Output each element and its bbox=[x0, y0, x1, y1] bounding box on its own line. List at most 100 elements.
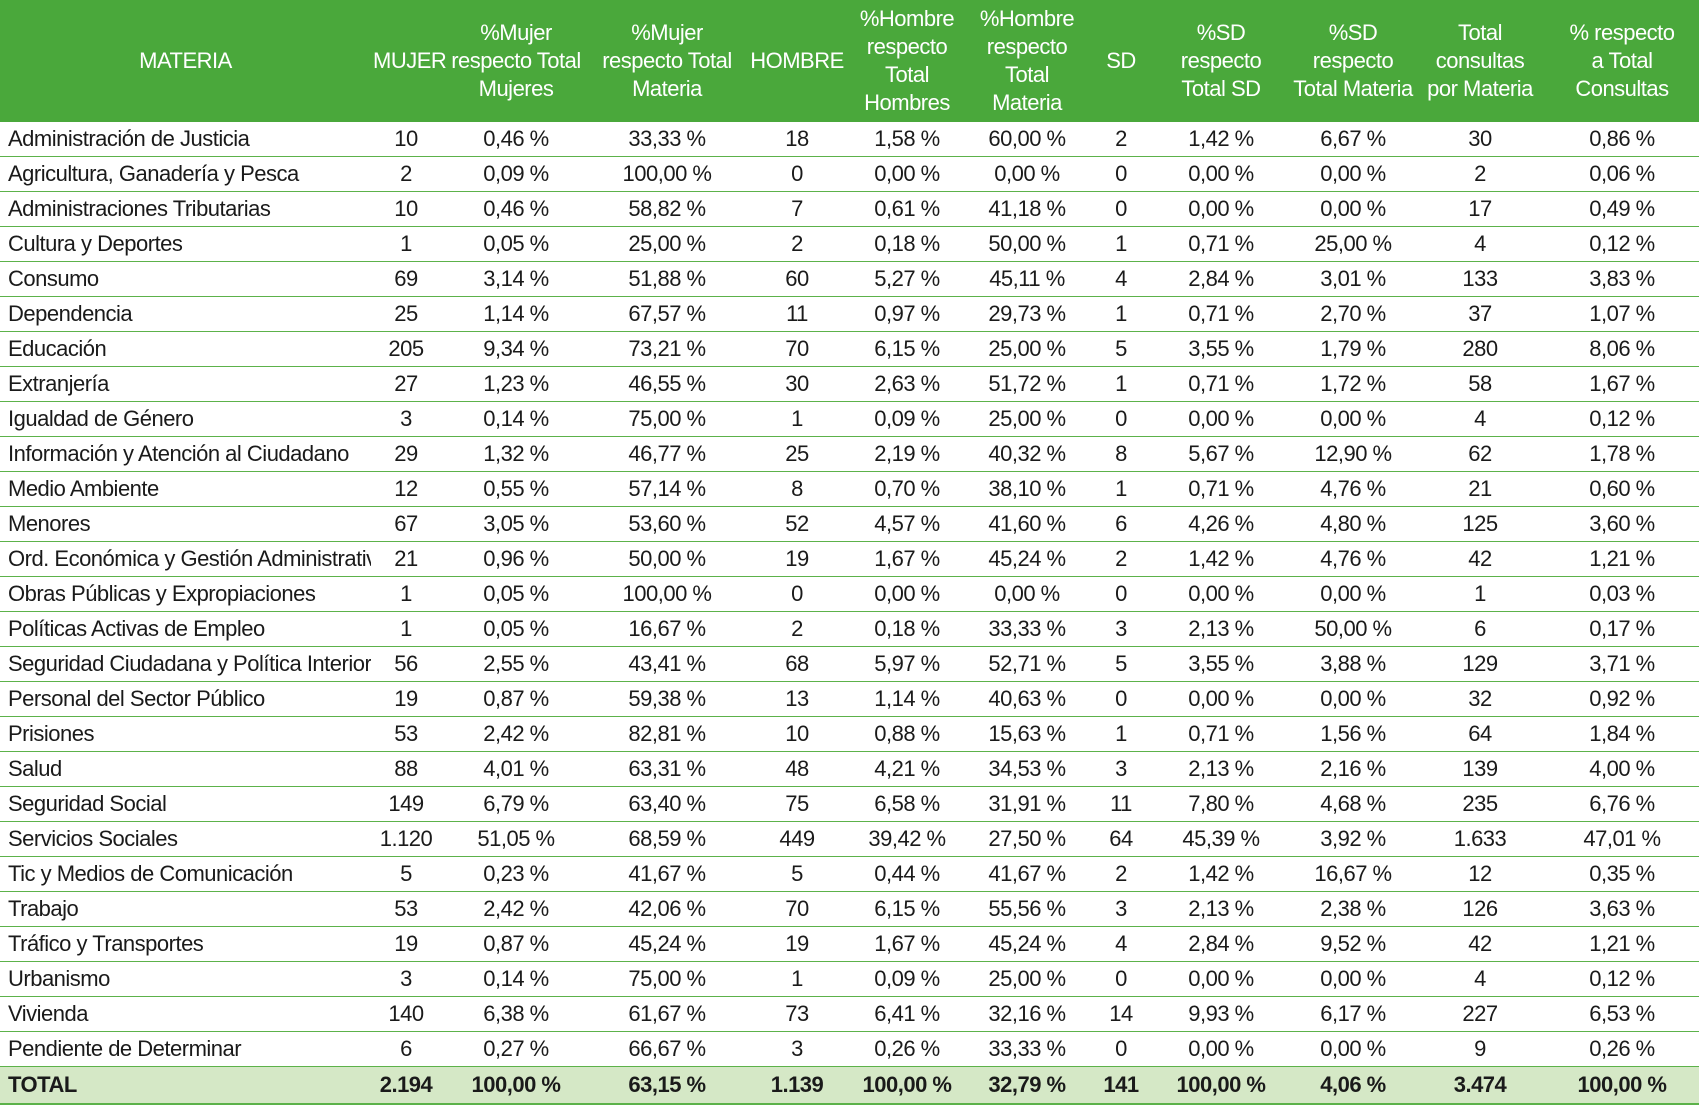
cell-pct-sd-total-materia: 4,80 % bbox=[1291, 506, 1415, 542]
table-row: Tráfico y Transportes 19 0,87 % 45,24 % 19 1,… bbox=[0, 926, 1699, 962]
table-row: Salud 88 4,01 % 63,31 % 48 4,21 % 34,53 % 3 2,13… bbox=[0, 751, 1699, 787]
cell-mujer: 27 bbox=[371, 366, 441, 402]
cell-pct-hombre-total-hombres: 100,00 % bbox=[851, 1066, 963, 1105]
cell-materia: Información y Atención al Ciudadano bbox=[0, 436, 371, 472]
cell-pct-sd-total-sd: 0,71 % bbox=[1151, 716, 1291, 752]
cell-sd: 4 bbox=[1091, 261, 1151, 297]
cell-sd: 3 bbox=[1091, 611, 1151, 647]
cell-mujer: 5 bbox=[371, 856, 441, 892]
table-row: Extranjería 27 1,23 % 46,55 % 30 2,63 % 51,72 … bbox=[0, 366, 1699, 402]
cell-pct-sd-total-sd: 0,00 % bbox=[1151, 156, 1291, 192]
table-row: Prisiones 53 2,42 % 82,81 % 10 0,88 % 15,63 % 1… bbox=[0, 716, 1699, 752]
cell-pct-hombre-total-hombres: 0,61 % bbox=[851, 191, 963, 227]
cell-total-consultas: 3.474 bbox=[1415, 1066, 1545, 1105]
cell-hombre: 5 bbox=[743, 856, 851, 892]
cell-sd: 0 bbox=[1091, 961, 1151, 997]
cell-mujer: 53 bbox=[371, 891, 441, 927]
cell-total-consultas: 2 bbox=[1415, 156, 1545, 192]
cell-materia: Salud bbox=[0, 751, 371, 787]
cell-pct-sd-total-materia: 50,00 % bbox=[1291, 611, 1415, 647]
cell-pct-mujer-total-materia: 53,60 % bbox=[591, 506, 743, 542]
cell-pct-hombre-total-hombres: 0,18 % bbox=[851, 226, 963, 262]
cell-pct-total-consultas: 0,86 % bbox=[1545, 122, 1699, 157]
cell-pct-sd-total-materia: 25,00 % bbox=[1291, 226, 1415, 262]
cell-hombre: 2 bbox=[743, 226, 851, 262]
cell-materia: Urbanismo bbox=[0, 961, 371, 997]
cell-total-consultas: 4 bbox=[1415, 961, 1545, 997]
cell-total-consultas: 4 bbox=[1415, 401, 1545, 437]
cell-total-consultas: 21 bbox=[1415, 471, 1545, 507]
cell-pct-hombre-total-hombres: 6,41 % bbox=[851, 996, 963, 1032]
cell-total-consultas: 64 bbox=[1415, 716, 1545, 752]
cell-mujer: 21 bbox=[371, 541, 441, 577]
cell-pct-total-consultas: 8,06 % bbox=[1545, 331, 1699, 367]
header-pct-hombre-total-hombres: %Hombre respecto Total Hombres bbox=[851, 0, 963, 122]
cell-hombre: 1.139 bbox=[743, 1066, 851, 1105]
cell-pct-mujer-total-mujeres: 0,23 % bbox=[441, 856, 591, 892]
cell-materia: Tráfico y Transportes bbox=[0, 926, 371, 962]
cell-pct-sd-total-sd: 0,71 % bbox=[1151, 296, 1291, 332]
cell-pct-hombre-total-materia: 33,33 % bbox=[963, 611, 1091, 647]
table-row: Tic y Medios de Comunicación 5 0,23 % 41,67… bbox=[0, 856, 1699, 892]
cell-pct-total-consultas: 3,83 % bbox=[1545, 261, 1699, 297]
cell-pct-hombre-total-materia: 50,00 % bbox=[963, 226, 1091, 262]
header-materia: MATERIA bbox=[0, 0, 371, 122]
cell-pct-mujer-total-materia: 46,77 % bbox=[591, 436, 743, 472]
cell-hombre: 7 bbox=[743, 191, 851, 227]
cell-hombre: 0 bbox=[743, 156, 851, 192]
cell-pct-hombre-total-hombres: 0,88 % bbox=[851, 716, 963, 752]
table-row: Obras Públicas y Expropiaciones 1 0,05 % 10… bbox=[0, 576, 1699, 612]
cell-sd: 3 bbox=[1091, 891, 1151, 927]
cell-sd: 0 bbox=[1091, 681, 1151, 717]
cell-mujer: 1.120 bbox=[371, 821, 441, 857]
cell-mujer: 2 bbox=[371, 156, 441, 192]
cell-pct-mujer-total-materia: 46,55 % bbox=[591, 366, 743, 402]
cell-mujer: 1 bbox=[371, 226, 441, 262]
cell-materia: Administración de Justicia bbox=[0, 122, 371, 157]
cell-total-consultas: 37 bbox=[1415, 296, 1545, 332]
cell-pct-hombre-total-hombres: 2,63 % bbox=[851, 366, 963, 402]
cell-pct-sd-total-materia: 2,70 % bbox=[1291, 296, 1415, 332]
table-row: Igualdad de Género 3 0,14 % 75,00 % 1 0,09 % 2… bbox=[0, 401, 1699, 437]
cell-materia: Seguridad Social bbox=[0, 786, 371, 822]
cell-total-consultas: 58 bbox=[1415, 366, 1545, 402]
cell-hombre: 1 bbox=[743, 961, 851, 997]
cell-materia: Tic y Medios de Comunicación bbox=[0, 856, 371, 892]
cell-sd: 2 bbox=[1091, 541, 1151, 577]
cell-pct-sd-total-sd: 3,55 % bbox=[1151, 331, 1291, 367]
cell-sd: 5 bbox=[1091, 331, 1151, 367]
cell-sd: 141 bbox=[1091, 1066, 1151, 1105]
cell-pct-hombre-total-materia: 52,71 % bbox=[963, 646, 1091, 682]
cell-pct-hombre-total-materia: 32,79 % bbox=[963, 1066, 1091, 1105]
cell-pct-sd-total-materia: 3,92 % bbox=[1291, 821, 1415, 857]
cell-pct-mujer-total-mujeres: 0,14 % bbox=[441, 961, 591, 997]
cell-pct-sd-total-materia: 4,76 % bbox=[1291, 541, 1415, 577]
cell-pct-mujer-total-mujeres: 0,05 % bbox=[441, 226, 591, 262]
cell-pct-hombre-total-hombres: 1,58 % bbox=[851, 122, 963, 157]
cell-total-consultas: 227 bbox=[1415, 996, 1545, 1032]
cell-hombre: 19 bbox=[743, 926, 851, 962]
cell-mujer: 6 bbox=[371, 1031, 441, 1067]
cell-pct-total-consultas: 0,12 % bbox=[1545, 961, 1699, 997]
cell-pct-total-consultas: 0,12 % bbox=[1545, 401, 1699, 437]
cell-pct-total-consultas: 3,63 % bbox=[1545, 891, 1699, 927]
cell-materia: Obras Públicas y Expropiaciones bbox=[0, 576, 371, 612]
cell-materia: Personal del Sector Público bbox=[0, 681, 371, 717]
cell-pct-hombre-total-hombres: 5,27 % bbox=[851, 261, 963, 297]
table-row: Agricultura, Ganadería y Pesca 2 0,09 % 100… bbox=[0, 156, 1699, 192]
cell-pct-sd-total-sd: 0,00 % bbox=[1151, 401, 1291, 437]
cell-sd: 5 bbox=[1091, 646, 1151, 682]
cell-pct-sd-total-materia: 1,56 % bbox=[1291, 716, 1415, 752]
cell-pct-mujer-total-materia: 63,40 % bbox=[591, 786, 743, 822]
cell-hombre: 13 bbox=[743, 681, 851, 717]
cell-sd: 0 bbox=[1091, 156, 1151, 192]
cell-pct-hombre-total-hombres: 1,14 % bbox=[851, 681, 963, 717]
cell-pct-mujer-total-materia: 63,31 % bbox=[591, 751, 743, 787]
cell-hombre: 18 bbox=[743, 122, 851, 157]
cell-pct-sd-total-sd: 0,00 % bbox=[1151, 191, 1291, 227]
cell-pct-mujer-total-mujeres: 6,79 % bbox=[441, 786, 591, 822]
cell-pct-hombre-total-materia: 45,24 % bbox=[963, 541, 1091, 577]
cell-pct-mujer-total-materia: 45,24 % bbox=[591, 926, 743, 962]
cell-pct-mujer-total-mujeres: 6,38 % bbox=[441, 996, 591, 1032]
consultas-table-container: MATERIA MUJER %Mujer respecto Total Mujere… bbox=[0, 0, 1699, 1105]
